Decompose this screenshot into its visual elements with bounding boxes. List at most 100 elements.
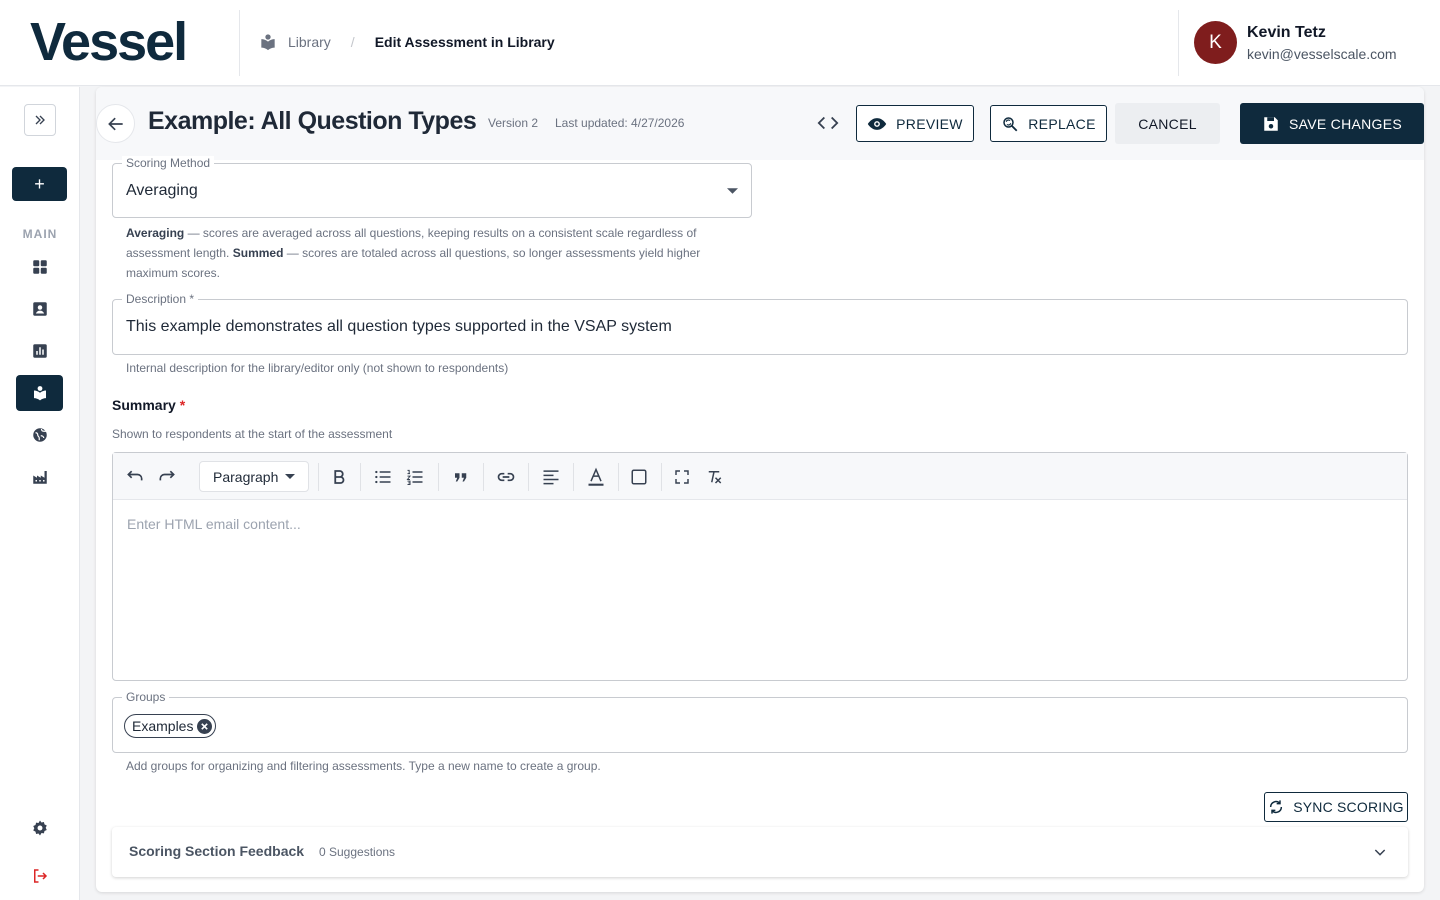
description-help: Internal description for the library/edi… [126,361,509,375]
sidebar-item-logout[interactable] [16,858,63,894]
description-label: Description * [122,292,199,306]
sidebar-item-dashboard[interactable] [16,249,63,285]
action-bar: Example: All Question Types Version 2 La… [96,87,1424,160]
groups-label: Groups [122,690,170,704]
find-replace-icon [1003,116,1018,131]
sidebar-item-globe[interactable] [16,417,63,453]
back-button[interactable] [96,104,135,143]
blockquote-button[interactable] [450,466,472,488]
breadcrumb-separator: / [350,34,355,50]
save-changes-button[interactable]: SAVE CHANGES [1240,103,1424,144]
caret-down-icon [285,474,295,479]
bold-icon [334,470,345,484]
avatar[interactable]: K [1194,21,1237,64]
toolbar-separator [438,463,439,491]
contacts-icon [32,302,47,316]
save-changes-label: SAVE CHANGES [1288,115,1403,132]
chip-remove-button[interactable] [197,718,213,734]
caret-down-icon [727,188,738,194]
redo-icon [159,470,175,481]
scoring-method-select[interactable]: Scoring Method Averaging [112,156,752,218]
double-chevron-right-icon [35,115,45,125]
summary-label: Summary * [112,397,186,413]
border-button[interactable] [628,466,650,488]
redo-button[interactable] [156,466,178,488]
groups-help: Add groups for organizing and filtering … [126,759,601,773]
undo-icon [127,470,143,481]
logout-icon [33,869,47,883]
align-left-icon [543,470,559,485]
toolbar-separator [483,463,484,491]
link-button[interactable] [495,466,517,488]
scoring-method-help: Averaging — scores are averaged across a… [126,226,701,280]
library-icon [33,386,46,401]
sidebar-item-analytics[interactable] [16,333,63,369]
top-header: Vessel Library / Edit Assessment in Libr… [0,0,1440,86]
scoring-method-label: Scoring Method [122,156,215,170]
bullet-list-icon [375,470,391,484]
replace-label: REPLACE [1028,115,1096,132]
toolbar-separator [528,463,529,491]
clear-format-button[interactable] [703,466,725,488]
chevron-down-icon [1374,849,1386,856]
page-title: Example: All Question Types [148,107,477,135]
factory-icon [32,471,47,484]
numbered-list-button[interactable] [404,466,426,488]
breadcrumb: Library / Edit Assessment in Library [258,32,555,52]
fullscreen-icon [675,470,689,484]
toolbar-separator [618,463,619,491]
user-email: kevin@vesselscale.com [1247,45,1397,62]
code-icon [817,116,839,130]
cancel-button[interactable]: CANCEL [1115,103,1220,144]
undo-button[interactable] [124,466,146,488]
summary-rich-text-editor[interactable]: Paragraph Enter HTML email content... [112,452,1408,681]
preview-button[interactable]: PREVIEW [856,105,974,142]
user-menu[interactable]: K Kevin Tetz kevin@vesselscale.com [1194,21,1397,64]
cancel-label: CANCEL [1138,115,1197,132]
version-label: Version 2 [488,116,539,130]
header-divider [239,10,240,76]
sidebar-item-settings[interactable] [16,810,63,846]
groups-field[interactable]: Groups Examples [112,690,1408,753]
summary-help: Shown to respondents at the start of the… [112,427,393,441]
arrow-left-icon [107,117,123,130]
toolbar-separator [661,463,662,491]
sync-scoring-button[interactable]: SYNC SCORING [1264,792,1408,822]
last-updated-label: Last updated: 4/27/2026 [555,116,685,130]
text-color-icon [588,467,604,486]
square-icon [631,469,647,485]
bold-button[interactable] [328,466,350,488]
scoring-method-value: Averaging [126,182,198,199]
scoring-feedback-accordion[interactable]: Scoring Section Feedback 0 Suggestions [112,827,1408,877]
code-view-button[interactable] [814,109,842,137]
text-color-button[interactable] [585,466,607,488]
eye-icon [867,117,887,130]
gear-icon [32,820,47,836]
paragraph-style-select[interactable]: Paragraph [199,461,309,492]
breadcrumb-library-link[interactable]: Library [288,34,331,50]
globe-icon [32,428,47,442]
analytics-icon [32,344,47,358]
save-icon [1264,116,1278,131]
sidebar-expand-button[interactable] [24,104,56,136]
bullet-list-button[interactable] [372,466,394,488]
sidebar-item-contacts[interactable] [16,291,63,327]
fullscreen-button[interactable] [671,466,693,488]
clear-format-icon [708,471,722,484]
sidebar-item-library[interactable] [16,375,63,411]
align-button[interactable] [540,466,562,488]
description-field[interactable]: Description * This example demonstrates … [112,292,1408,355]
breadcrumb-current: Edit Assessment in Library [374,34,555,50]
description-value: This example demonstrates all question t… [126,318,672,335]
sidebar-item-factory[interactable] [16,459,63,495]
editor-toolbar: Paragraph [113,453,1407,500]
vessel-logo[interactable]: Vessel [30,14,188,70]
paragraph-style-value: Paragraph [213,468,279,485]
add-new-button[interactable]: + [12,167,67,201]
quote-icon [455,473,467,482]
replace-button[interactable]: REPLACE [990,105,1107,142]
toolbar-separator [573,463,574,491]
link-icon [497,472,515,482]
accordion-title: Scoring Section Feedback [129,843,305,859]
dashboard-icon [32,260,47,274]
